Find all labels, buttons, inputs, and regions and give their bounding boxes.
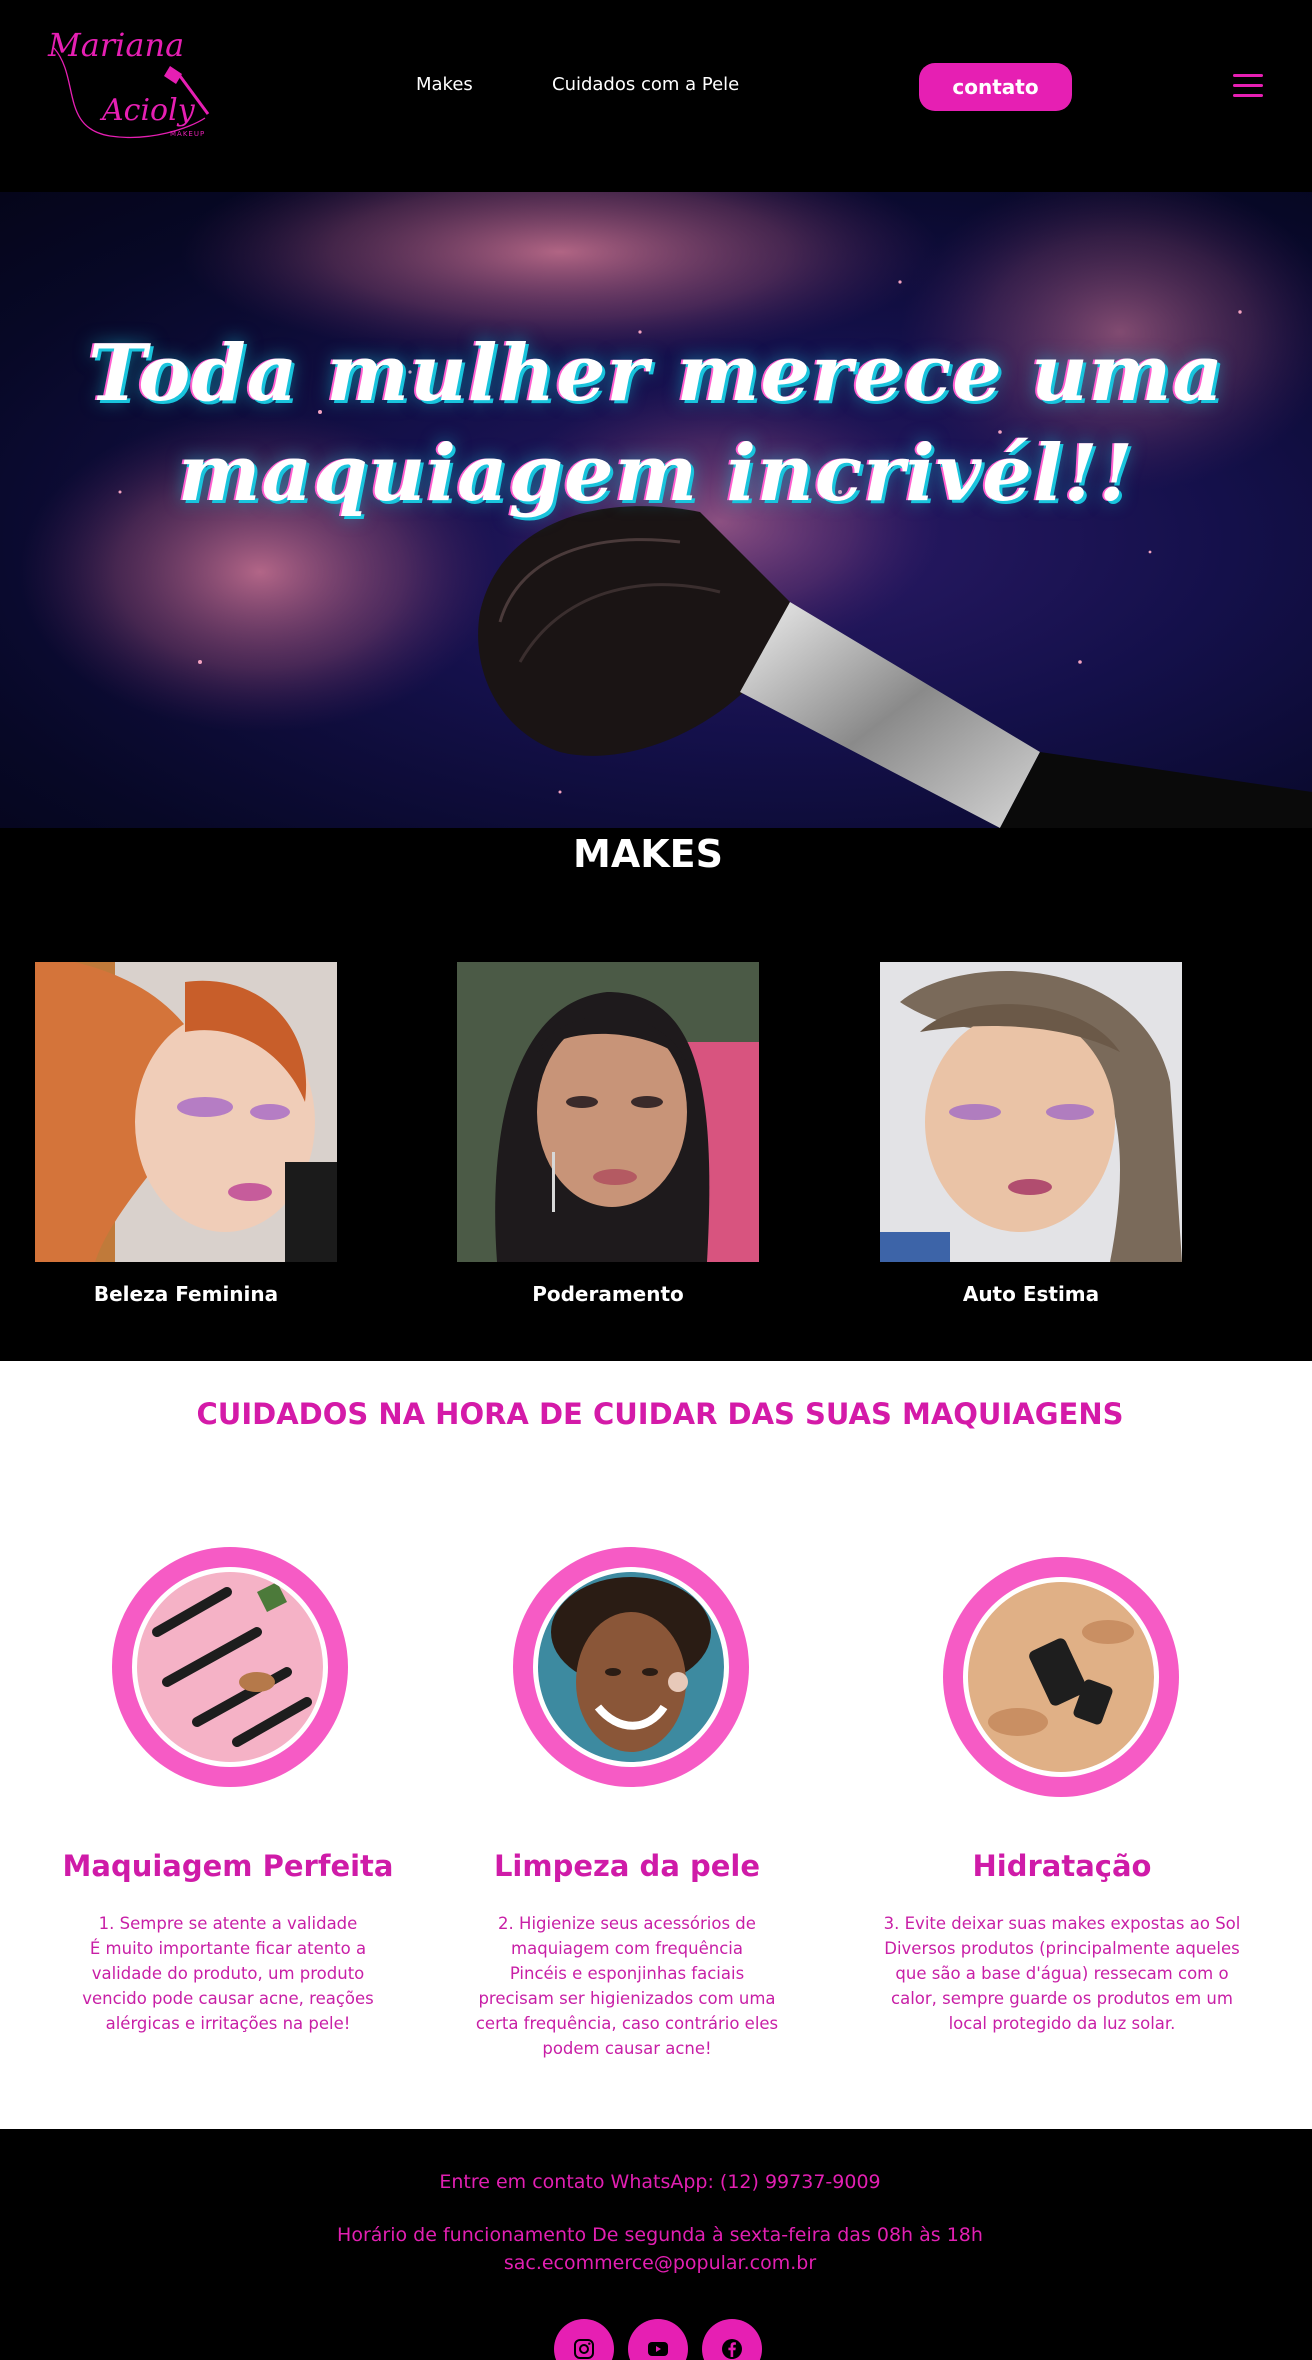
makes-title: MAKES	[573, 832, 723, 876]
care-text: 2. Higienize seus acessórios de maquiage…	[447, 1911, 807, 2061]
care-line: Diversos produtos (principalmente aquele…	[884, 1939, 1240, 1958]
logo-sub: MAKEUP	[170, 130, 205, 138]
make-caption: Beleza Feminina	[93, 1282, 279, 1306]
care-line: precisam ser higienizados com uma	[478, 1989, 776, 2008]
care-line: vencido pode causar acne, reações	[82, 1989, 374, 2008]
youtube-icon[interactable]	[628, 2319, 688, 2360]
foundation-photo	[968, 1582, 1154, 1772]
care-line: Pincéis e esponjinhas faciais	[509, 1964, 745, 1983]
make-card: Auto Estima	[880, 962, 1182, 1306]
care-text: 3. Evite deixar suas makes expostas ao S…	[882, 1911, 1242, 2036]
care-line: alérgicas e irritações na pele!	[105, 2014, 351, 2033]
logo-line1: Mariana	[47, 26, 184, 64]
brand-logo[interactable]: Mariana Acioly MAKEUP	[40, 18, 220, 148]
makeup-tools-photo	[137, 1572, 323, 1762]
footer-email[interactable]: sac.ecommerce@popular.com.br	[0, 2252, 1312, 2274]
care-line: podem causar acne!	[542, 2039, 712, 2058]
skin-cleaning-photo	[538, 1572, 724, 1762]
care-line: validade do produto, um produto	[91, 1964, 365, 1983]
care-heading: Limpeza da pele	[493, 1849, 761, 1883]
care-heading: Maquiagem Perfeita	[62, 1849, 394, 1883]
make-photo	[35, 962, 337, 1262]
care-line: 1. Sempre se atente a validade	[98, 1914, 358, 1933]
hamburger-menu-icon[interactable]	[1233, 72, 1263, 100]
care-heading: Hidratação	[972, 1849, 1152, 1883]
care-line: 3. Evite deixar suas makes expostas ao S…	[883, 1914, 1241, 1933]
care-section: CUIDADOS NA HORA DE CUIDAR DAS SUAS MAQU…	[0, 1361, 1312, 2129]
logo-line2: Acioly	[99, 93, 196, 128]
instagram-icon[interactable]	[554, 2319, 614, 2360]
footer-hours: Horário de funcionamento De segunda à se…	[337, 2224, 983, 2246]
site-header: Mariana Acioly MAKEUP Makes Cuidados com…	[0, 0, 1312, 192]
hero-banner: Toda mulher merece uma maquiagem incrivé…	[0, 192, 1312, 828]
make-card: Poderamento	[457, 962, 759, 1306]
makes-section: MAKES Beleza Feminina Poderamento Auto E…	[0, 828, 1312, 1361]
make-caption: Poderamento	[532, 1282, 684, 1306]
care-line: 2. Higienize seus acessórios de	[498, 1914, 756, 1933]
site-footer: Entre em contato WhatsApp: (12) 99737-90…	[0, 2129, 1312, 2360]
make-photo	[457, 962, 759, 1262]
care-line: certa frequência, caso contrário eles	[475, 2014, 779, 2033]
care-line: É muito importante ficar atento a	[89, 1939, 367, 1958]
facebook-icon[interactable]	[702, 2319, 762, 2360]
make-caption: Auto Estima	[962, 1282, 1100, 1306]
logo-image: Mariana Acioly MAKEUP	[47, 26, 210, 139]
care-line: calor, sempre guarde os produtos em um	[891, 1989, 1233, 2008]
nav-link-makes[interactable]: Makes	[416, 74, 473, 95]
footer-whatsapp: Entre em contato WhatsApp: (12) 99737-90…	[439, 2171, 881, 2193]
care-line: maquiagem com frequência	[511, 1939, 743, 1958]
hero-title: Toda mulher merece uma maquiagem incrivé…	[88, 328, 1224, 519]
nav-link-cuidados-pele[interactable]: Cuidados com a Pele	[552, 74, 739, 95]
care-image-ring	[943, 1557, 1179, 1797]
make-photo	[880, 962, 1182, 1262]
care-image-ring	[513, 1547, 749, 1787]
contact-button[interactable]: contato	[919, 63, 1072, 111]
care-line: que são a base d'água) ressecam com o	[895, 1964, 1229, 1983]
care-line: local protegido da luz solar.	[948, 2014, 1176, 2033]
make-card: Beleza Feminina	[35, 962, 337, 1306]
care-text: 1. Sempre se atente a validade É muito i…	[48, 1911, 408, 2036]
care-title: CUIDADOS NA HORA DE CUIDAR DAS SUAS MAQU…	[196, 1397, 1124, 1431]
care-image-ring	[112, 1547, 348, 1787]
